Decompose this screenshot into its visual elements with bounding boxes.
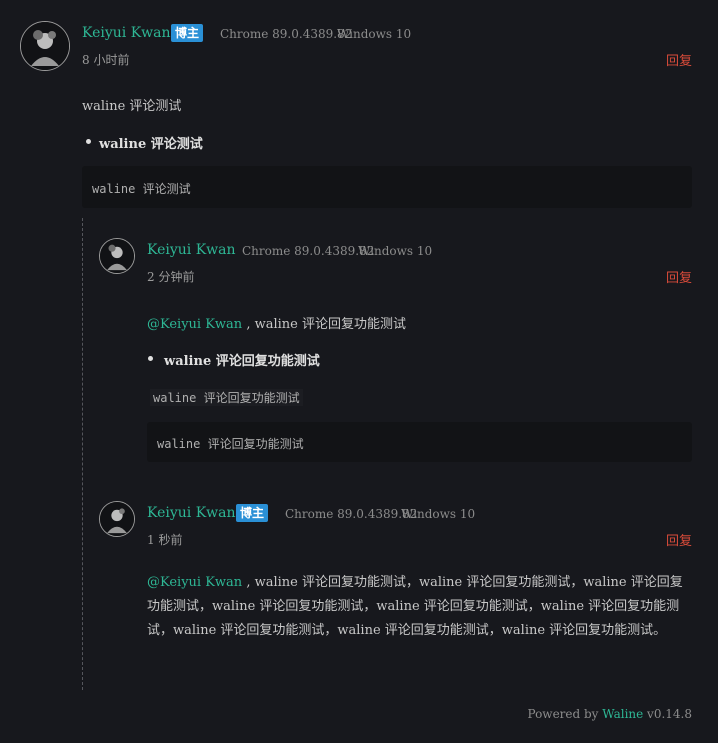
os-label: Windows 10 bbox=[337, 27, 412, 41]
waline-link[interactable]: Waline bbox=[602, 707, 643, 721]
powered-by: Powered by Waline v0.14.8 bbox=[527, 707, 692, 721]
reply-time: 1 秒前 bbox=[147, 533, 183, 547]
reply-thread-line bbox=[82, 218, 83, 690]
list-bullet bbox=[86, 139, 91, 144]
code-block: waline 评论测试 bbox=[82, 166, 692, 208]
list-item: waline 评论测试 bbox=[99, 137, 203, 152]
reply-button[interactable]: 回复 bbox=[666, 267, 692, 286]
avatar[interactable] bbox=[99, 501, 135, 537]
code-text: waline 评论测试 bbox=[92, 182, 191, 196]
avatar-image bbox=[100, 239, 134, 273]
comment-nick[interactable]: Keiyui Kwan bbox=[82, 25, 171, 41]
reply-button[interactable]: 回复 bbox=[666, 50, 692, 69]
comment-time: 8 小时前 bbox=[82, 53, 130, 67]
avatar-image bbox=[21, 22, 69, 70]
browser-label: Chrome 89.0.4389.82 bbox=[285, 507, 418, 521]
reply-paragraph: @Keiyui Kwan , waline 评论回复功能测试，waline 评论… bbox=[147, 571, 692, 643]
list-item: waline 评论回复功能测试 bbox=[164, 354, 320, 369]
reply-nick[interactable]: Keiyui Kwan bbox=[147, 242, 236, 258]
version-label: v0.14.8 bbox=[643, 707, 692, 721]
mention-link[interactable]: @Keiyui Kwan bbox=[147, 317, 242, 332]
inline-code: waline 评论回复功能测试 bbox=[150, 389, 303, 406]
powered-by-prefix: Powered by bbox=[527, 707, 603, 721]
mention-link[interactable]: @Keiyui Kwan bbox=[147, 575, 242, 590]
reply-button[interactable]: 回复 bbox=[666, 530, 692, 549]
os-label: Windows 10 bbox=[401, 507, 476, 521]
browser-label: Chrome 89.0.4389.82 bbox=[220, 27, 353, 41]
reply-paragraph: @Keiyui Kwan , waline 评论回复功能测试 bbox=[147, 313, 406, 332]
avatar-image bbox=[100, 502, 134, 536]
avatar[interactable] bbox=[99, 238, 135, 274]
reply-paragraph-text: , waline 评论回复功能测试 bbox=[242, 317, 406, 332]
admin-badge: 博主 bbox=[236, 504, 269, 522]
reply-nick[interactable]: Keiyui Kwan bbox=[147, 505, 236, 521]
list-bullet bbox=[148, 356, 153, 361]
code-block: waline 评论回复功能测试 bbox=[147, 422, 692, 462]
code-text: waline 评论回复功能测试 bbox=[157, 437, 304, 451]
comment-paragraph: waline 评论测试 bbox=[82, 99, 182, 114]
admin-badge: 博主 bbox=[171, 24, 204, 42]
os-label: Windows 10 bbox=[358, 244, 433, 258]
browser-label: Chrome 89.0.4389.82 bbox=[242, 244, 375, 258]
avatar[interactable] bbox=[20, 21, 70, 71]
reply-time: 2 分钟前 bbox=[147, 270, 195, 284]
